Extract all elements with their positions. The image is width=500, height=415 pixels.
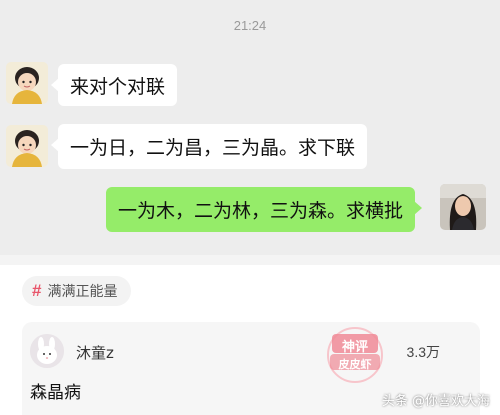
commenter-avatar[interactable] xyxy=(30,334,64,368)
sent-message-bubble[interactable]: 一为木，二为林，三为森。求横批 xyxy=(106,187,423,232)
message-timestamp: 21:24 xyxy=(233,18,267,33)
contact-avatar[interactable] xyxy=(6,125,48,167)
message-text: 来对个对联 xyxy=(70,75,166,98)
featured-comment-stamp-icon: 神评 皮皮虾 xyxy=(322,326,388,384)
comment-text: 森晶病 xyxy=(30,383,81,403)
like-count[interactable]: 3.3万 xyxy=(407,342,440,362)
cartoon-child-avatar-icon xyxy=(6,62,48,104)
hash-icon: # xyxy=(32,281,42,300)
woman-photo-avatar-icon xyxy=(440,184,486,230)
message-text: 一为木，二为林，三为森。求横批 xyxy=(118,200,404,222)
topic-tag[interactable]: # 满满正能量 xyxy=(22,276,132,306)
contact-avatar[interactable] xyxy=(6,62,48,104)
source-watermark: 头条 @你喜欢大海 xyxy=(381,394,490,409)
cartoon-child-avatar-icon xyxy=(6,125,48,167)
received-message-bubble[interactable]: 来对个对联 xyxy=(50,64,178,106)
self-avatar[interactable] xyxy=(440,184,486,230)
stamp-line-2: 皮皮虾 xyxy=(338,358,372,371)
topic-label: 满满正能量 xyxy=(47,284,118,300)
commenter-username[interactable]: 沐童z xyxy=(76,342,114,363)
white-rabbit-avatar-icon xyxy=(30,334,64,368)
chat-area: 21:24 来对个对联 一为日，二为昌，三为晶。求下联 一为木，二为林，三为森。… xyxy=(0,0,500,255)
message-text: 一为日，二为昌，三为晶。求下联 xyxy=(70,137,356,159)
stamp-line-1: 神评 xyxy=(341,340,368,355)
received-message-bubble[interactable]: 一为日，二为昌，三为晶。求下联 xyxy=(50,124,368,169)
section-divider xyxy=(0,255,500,265)
